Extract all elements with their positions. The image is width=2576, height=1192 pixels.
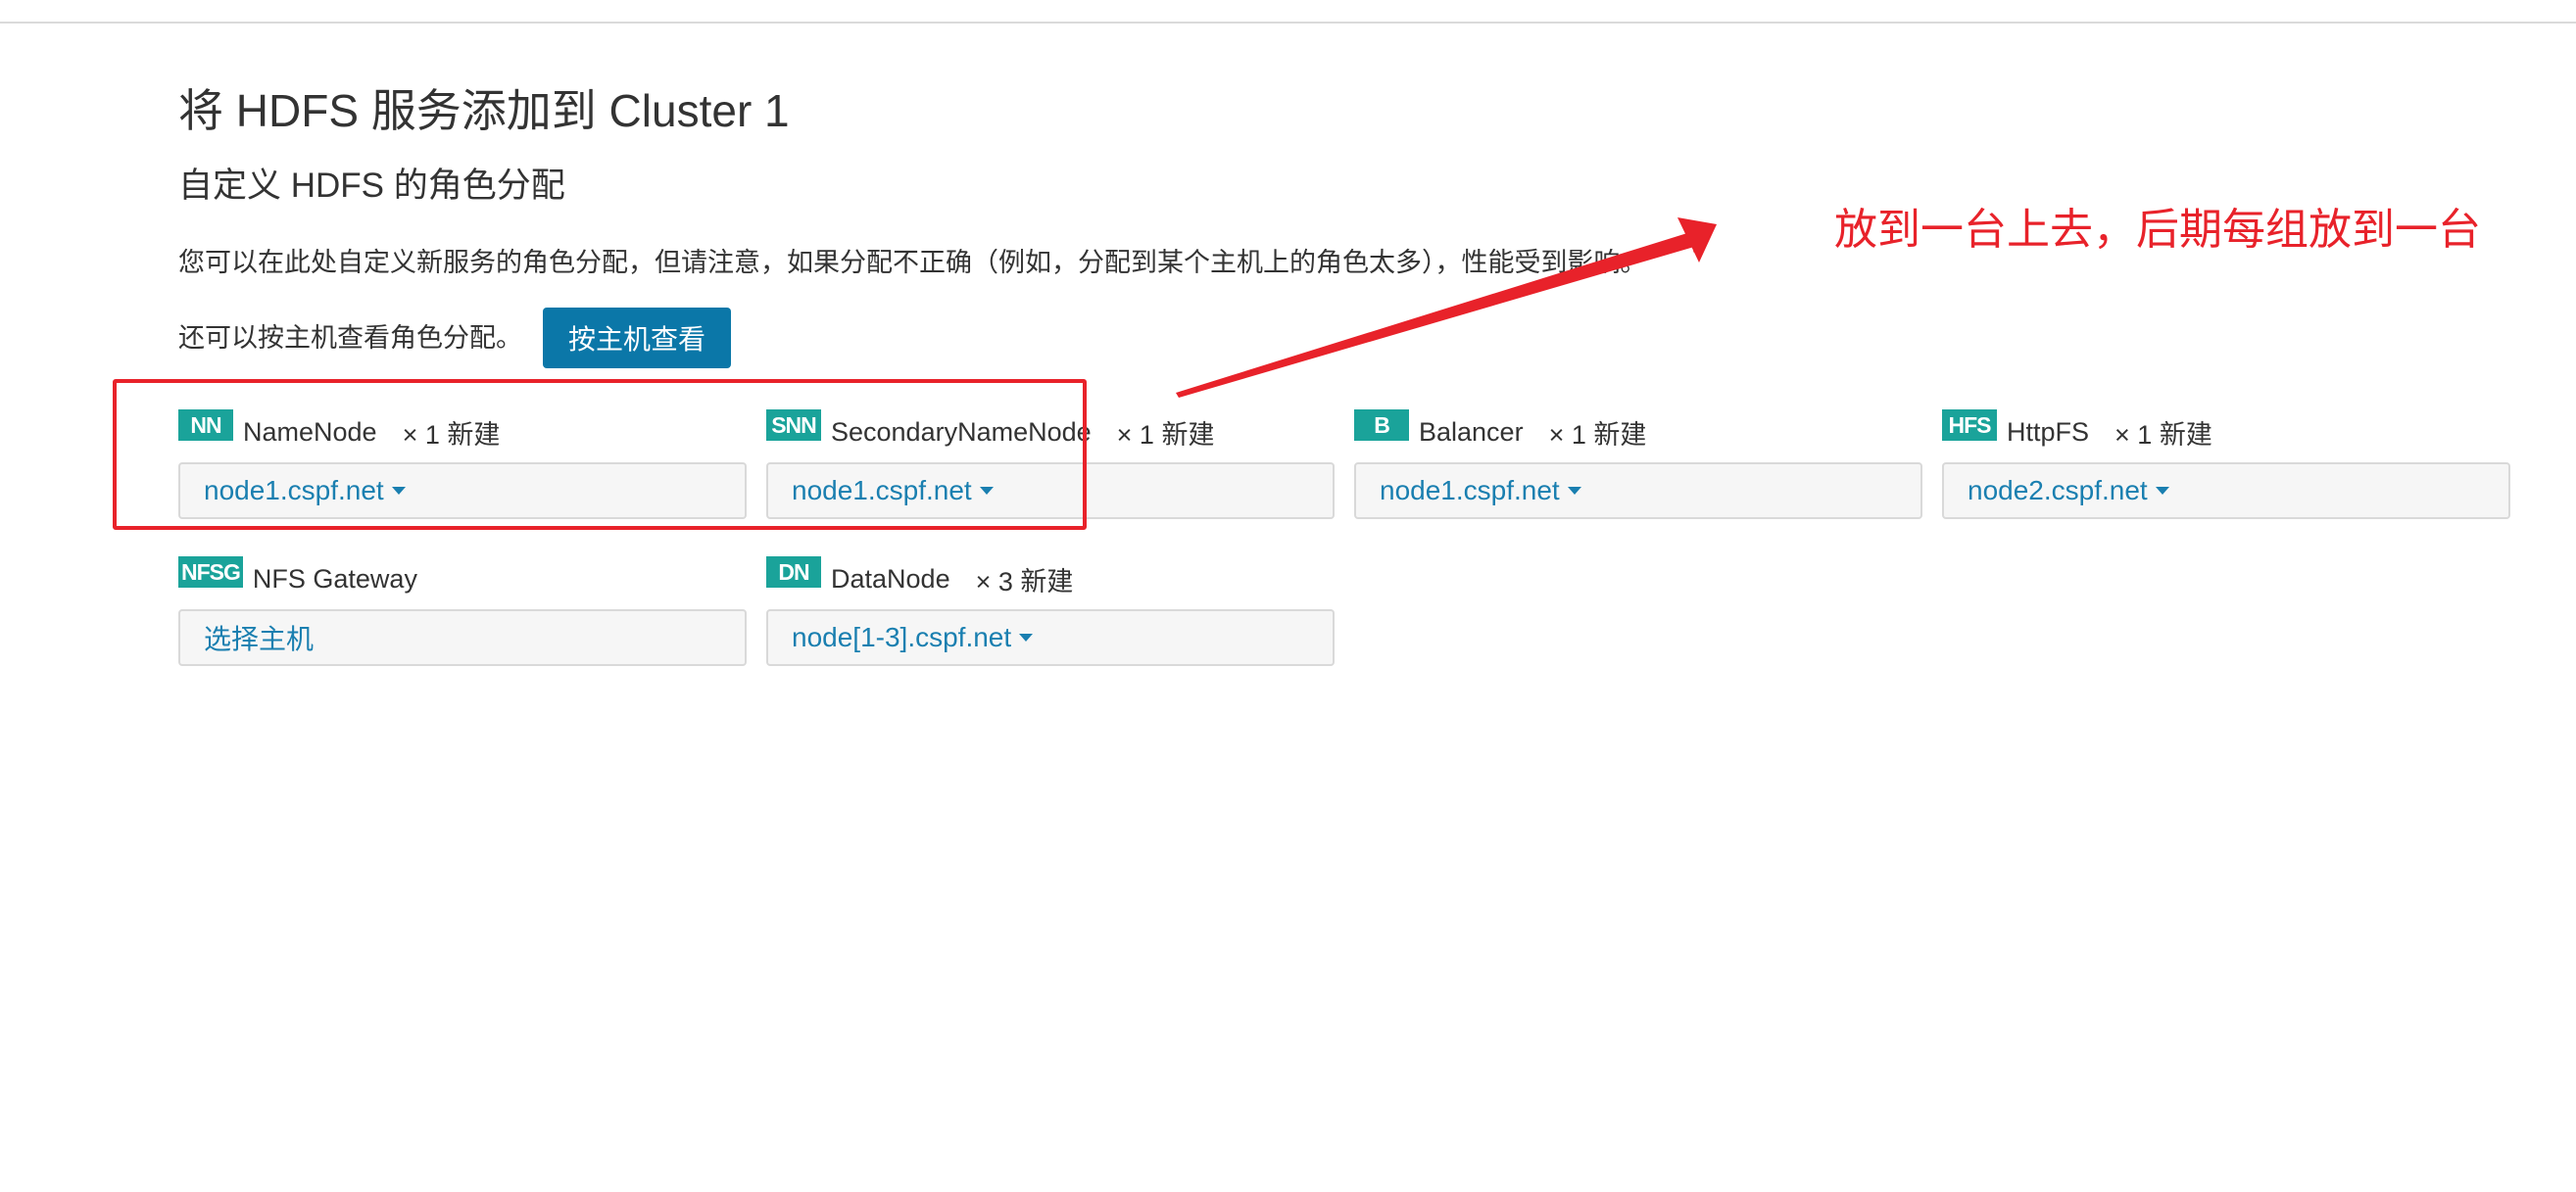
host-selector-nfs-gateway[interactable]: 选择主机 <box>178 609 747 666</box>
role-httpfs: HFS HttpFS × 1 新建 node2.cspf.net <box>1942 405 2510 519</box>
host-selector-secondarynamenode[interactable]: node1.cspf.net <box>766 462 1335 519</box>
host-selector-datanode[interactable]: node[1-3].cspf.net <box>766 609 1335 666</box>
role-name: Balancer <box>1419 416 1524 447</box>
role-badge: NFSG <box>178 556 243 588</box>
role-count: × 3 新建 <box>975 566 1074 596</box>
host-selector-value: node1.cspf.net <box>204 475 384 505</box>
page-subtitle: 自定义 HDFS 的角色分配 <box>178 167 565 205</box>
role-datanode: DN DataNode × 3 新建 node[1-3].cspf.net <box>766 552 1335 666</box>
role-namenode: NN NameNode × 1 新建 node1.cspf.net <box>178 405 747 519</box>
caret-down-icon <box>1567 487 1581 495</box>
host-selector-value: node1.cspf.net <box>1380 475 1560 505</box>
annotation-arrow-head <box>1677 217 1717 262</box>
role-secondarynamenode: SNN SecondaryNameNode × 1 新建 node1.cspf.… <box>766 405 1335 519</box>
host-selector-balancer[interactable]: node1.cspf.net <box>1354 462 1922 519</box>
role-badge: DN <box>766 556 821 588</box>
role-name: HttpFS <box>2007 416 2090 447</box>
role-header: NFSG NFS Gateway <box>178 552 747 605</box>
host-selector-namenode[interactable]: node1.cspf.net <box>178 462 747 519</box>
role-header: NN NameNode × 1 新建 <box>178 405 747 458</box>
caret-down-icon <box>2155 487 2169 495</box>
role-header: SNN SecondaryNameNode × 1 新建 <box>766 405 1335 458</box>
role-balancer: B Balancer × 1 新建 node1.cspf.net <box>1354 405 1922 519</box>
top-divider <box>0 22 2576 24</box>
caret-down-icon <box>1019 634 1034 642</box>
role-badge: SNN <box>766 409 821 441</box>
role-name: DataNode <box>831 563 950 594</box>
role-count: × 1 新建 <box>1548 419 1647 450</box>
role-badge: B <box>1354 409 1409 441</box>
role-badge: HFS <box>1942 409 1997 441</box>
role-count: × 1 新建 <box>1116 419 1215 450</box>
caret-down-icon <box>979 487 994 495</box>
host-selector-value: node1.cspf.net <box>792 475 972 505</box>
host-selector-value: node[1-3].cspf.net <box>792 622 1012 652</box>
role-header: HFS HttpFS × 1 新建 <box>1942 405 2510 458</box>
caret-down-icon <box>391 487 406 495</box>
host-selector-value: 选择主机 <box>204 624 315 654</box>
role-name: NFS Gateway <box>252 563 417 594</box>
annotation-text: 放到一台上去，后期每组放到一台 <box>1834 206 2481 254</box>
role-header: DN DataNode × 3 新建 <box>766 552 1335 605</box>
role-header: B Balancer × 1 新建 <box>1354 405 1922 458</box>
page-title: 将 HDFS 服务添加到 Cluster 1 <box>178 85 790 136</box>
role-name: SecondaryNameNode <box>831 416 1092 447</box>
role-badge: NN <box>178 409 233 441</box>
host-selector-value: node2.cspf.net <box>1968 475 2148 505</box>
role-count: × 1 新建 <box>2114 419 2212 450</box>
role-name: NameNode <box>243 416 377 447</box>
role-nfs-gateway: NFSG NFS Gateway 选择主机 <box>178 552 747 666</box>
view-by-host-hint: 还可以按主机查看角色分配。 <box>178 323 522 353</box>
host-selector-httpfs[interactable]: node2.cspf.net <box>1942 462 2510 519</box>
view-by-host-button[interactable]: 按主机查看 <box>543 308 731 368</box>
page-description: 您可以在此处自定义新服务的角色分配，但请注意，如果分配不正确（例如，分配到某个主… <box>178 248 1647 277</box>
role-count: × 1 新建 <box>402 419 501 450</box>
